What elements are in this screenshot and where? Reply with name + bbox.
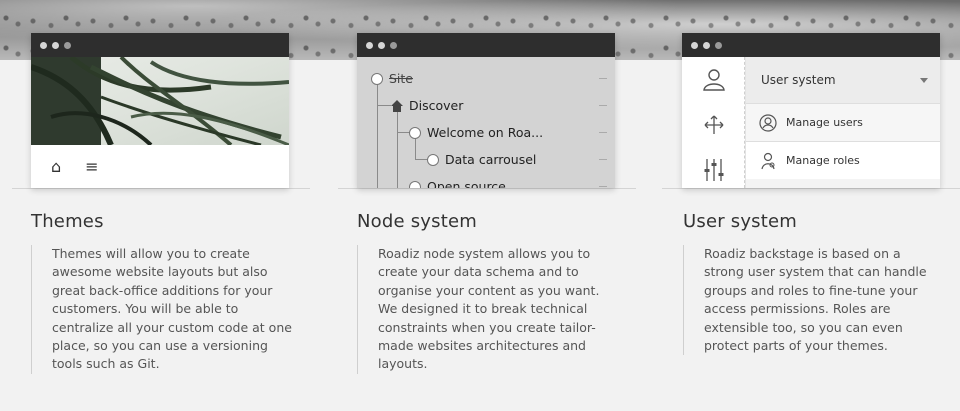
- admin-icon-rail: [682, 57, 745, 188]
- panel-title: User system: [761, 73, 836, 87]
- feature-title: User system: [683, 211, 798, 232]
- window-dot: [390, 41, 397, 49]
- feature-description: Roadiz backstage is based on a strong us…: [683, 245, 943, 356]
- node-menu-handle[interactable]: [599, 132, 607, 133]
- section-divider: [662, 188, 960, 189]
- window-dot: [378, 41, 385, 49]
- feature-description: Roadiz node system allows you to create …: [357, 245, 619, 374]
- section-divider: [338, 188, 636, 189]
- themes-preview-window: ⌂ ≡: [31, 33, 289, 188]
- node-menu-handle[interactable]: [599, 159, 607, 160]
- window-titlebar: [682, 33, 940, 57]
- sliders-icon[interactable]: [702, 157, 726, 181]
- node-label: Discover: [409, 98, 464, 113]
- node-label: Data carrousel: [445, 152, 537, 167]
- window-dot: [52, 41, 59, 49]
- node-menu-handle[interactable]: [599, 78, 607, 79]
- tree-node[interactable]: Data carrousel: [357, 146, 615, 173]
- feature-user-system: User system Manage users Manage roles Us…: [662, 33, 960, 356]
- home-node-icon: [391, 99, 403, 112]
- chevron-down-icon: [920, 78, 928, 83]
- feature-themes: ⌂ ≡ Themes Themes will allow you to crea…: [12, 33, 310, 374]
- user-system-panel: User system Manage users Manage roles: [745, 57, 940, 188]
- node-menu-handle[interactable]: [599, 186, 607, 187]
- user-system-dropdown[interactable]: User system: [746, 57, 940, 103]
- node-status-icon: [427, 153, 439, 166]
- node-tree: Site Discover Welcome on Roa... Data car…: [357, 57, 615, 188]
- user-icon[interactable]: [702, 67, 726, 91]
- window-dot: [715, 41, 722, 49]
- menu-item-manage-roles[interactable]: Manage roles: [746, 141, 940, 179]
- plant-photo: [31, 57, 289, 145]
- tree-node[interactable]: Site: [357, 65, 615, 92]
- node-label: Site: [389, 71, 413, 86]
- window-dot: [40, 41, 47, 49]
- user-admin-body: User system Manage users Manage roles: [682, 57, 940, 188]
- roles-icon: [761, 152, 775, 169]
- tree-node[interactable]: Welcome on Roa...: [357, 119, 615, 146]
- feature-title: Themes: [31, 211, 104, 232]
- window-dot: [366, 41, 373, 49]
- tree-node[interactable]: Discover: [357, 92, 615, 119]
- window-titlebar: [31, 33, 289, 57]
- window-dot: [703, 41, 710, 49]
- node-menu-handle[interactable]: [599, 105, 607, 106]
- feature-node-system: Site Discover Welcome on Roa... Data car…: [338, 33, 636, 374]
- user-preview-window: User system Manage users Manage roles: [682, 33, 940, 188]
- node-status-icon: [409, 126, 421, 139]
- menu-item-label: Manage roles: [786, 154, 860, 167]
- move-arrows-icon[interactable]: [702, 113, 726, 137]
- node-label: Open source: [427, 179, 506, 188]
- plant-leaves-illustration: [31, 57, 289, 145]
- home-icon[interactable]: ⌂: [51, 158, 61, 175]
- feature-description: Themes will allow you to create awesome …: [31, 245, 293, 374]
- menu-item-label: Manage users: [786, 116, 863, 129]
- node-preview-window: Site Discover Welcome on Roa... Data car…: [357, 33, 615, 188]
- feature-title: Node system: [357, 211, 477, 232]
- node-status-icon: [409, 180, 421, 188]
- user-circle-icon: [759, 113, 777, 132]
- menu-item-manage-users[interactable]: Manage users: [746, 103, 940, 141]
- node-status-icon: [371, 72, 383, 85]
- theme-toolbar: ⌂ ≡: [31, 145, 289, 188]
- section-divider: [12, 188, 310, 189]
- tree-node[interactable]: Open source: [357, 173, 615, 188]
- menu-icon[interactable]: ≡: [85, 158, 98, 175]
- window-dot: [691, 41, 698, 49]
- node-label: Welcome on Roa...: [427, 125, 544, 140]
- window-titlebar: [357, 33, 615, 57]
- window-dot: [64, 41, 71, 49]
